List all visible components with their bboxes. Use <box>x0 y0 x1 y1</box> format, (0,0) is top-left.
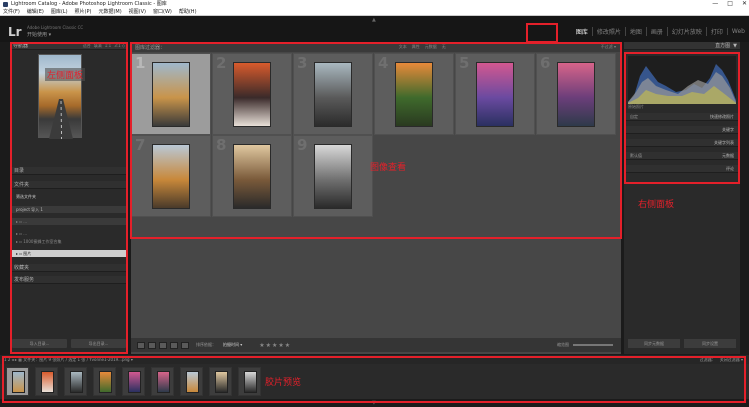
menu-window[interactable]: 窗口(W) <box>153 8 172 15</box>
collapse-top-icon[interactable]: ▲ <box>372 17 376 23</box>
menu-library[interactable]: 图库(L) <box>51 8 68 15</box>
menu-bar: 文件(F) 编辑(E) 图库(L) 照片(P) 元数据(M) 视图(V) 窗口(… <box>0 8 749 16</box>
adobe-label: Adobe Lightroom Classic CC <box>27 25 84 30</box>
people-view-icon[interactable] <box>181 341 189 349</box>
menu-file[interactable]: 文件(F) <box>3 8 20 15</box>
histogram-title: 直方图 <box>715 43 731 49</box>
grid-view-icon[interactable] <box>137 341 145 349</box>
module-slideshow[interactable]: 幻灯片放映 <box>666 27 706 36</box>
module-book[interactable]: 画册 <box>645 27 667 36</box>
right-panel-box <box>624 52 740 184</box>
maximize-button[interactable]: □ <box>727 0 733 8</box>
sync-metadata-button[interactable]: 同步元数据 <box>628 339 680 348</box>
lightroom-window: Lightroom Catalog - Adobe Photoshop Ligh… <box>0 0 749 407</box>
thumbnail-size-slider[interactable] <box>573 344 613 346</box>
thumbnail-label: 缩览图 <box>557 342 569 347</box>
survey-view-icon[interactable] <box>170 341 178 349</box>
close-button[interactable]: ✕ <box>742 0 747 8</box>
menu-photo[interactable]: 照片(P) <box>75 8 92 15</box>
sync-settings-button[interactable]: 同步设置 <box>684 339 736 348</box>
sort-label: 排序依据： <box>196 342 216 347</box>
lr-logo: Lr <box>8 25 22 39</box>
right-panel-annotation: 右侧面板 <box>638 200 675 210</box>
module-develop[interactable]: 修改照片 <box>591 27 625 36</box>
grid-toolbar: 排序依据： 拍摄时间 ▾ ★★★★★ 缩览图 <box>131 338 621 352</box>
menu-view[interactable]: 视图(V) <box>129 8 146 15</box>
minimize-button[interactable]: — <box>712 0 718 8</box>
filmstrip-box <box>2 356 746 403</box>
module-library[interactable]: 图库 <box>572 27 592 36</box>
rating-stars[interactable]: ★★★★★ <box>259 342 291 349</box>
title-bar: Lightroom Catalog - Adobe Photoshop Ligh… <box>0 0 749 8</box>
app-icon <box>3 1 8 7</box>
module-print[interactable]: 打印 <box>705 27 727 36</box>
user-menu[interactable]: 开始使用 ▾ <box>27 31 51 38</box>
sort-select[interactable]: 拍摄时间 ▾ <box>223 342 242 348</box>
compare-view-icon[interactable] <box>159 341 167 349</box>
left-panel-annotation: 左侧面板 <box>45 68 86 81</box>
module-web[interactable]: Web <box>726 28 749 35</box>
filmstrip-annotation: 胶片预览 <box>265 378 302 388</box>
menu-edit[interactable]: 编辑(E) <box>27 8 44 15</box>
module-picker: 图库 修改照片 地图 画册 幻灯片放映 打印 Web <box>572 27 749 36</box>
right-panel-buttons: 同步元数据 同步设置 <box>628 339 736 348</box>
module-map[interactable]: 地图 <box>624 27 646 36</box>
module-highlight-box <box>526 23 558 43</box>
grid-box <box>130 42 622 239</box>
left-panel-box <box>10 42 128 354</box>
grid-annotation: 图像查看 <box>370 163 407 173</box>
menu-help[interactable]: 帮助(H) <box>179 8 197 15</box>
menu-metadata[interactable]: 元数据(M) <box>98 8 121 15</box>
histogram-header[interactable]: 直方图 ▼ <box>624 42 740 50</box>
window-title: Lightroom Catalog - Adobe Photoshop Ligh… <box>11 1 167 7</box>
loupe-view-icon[interactable] <box>148 341 156 349</box>
